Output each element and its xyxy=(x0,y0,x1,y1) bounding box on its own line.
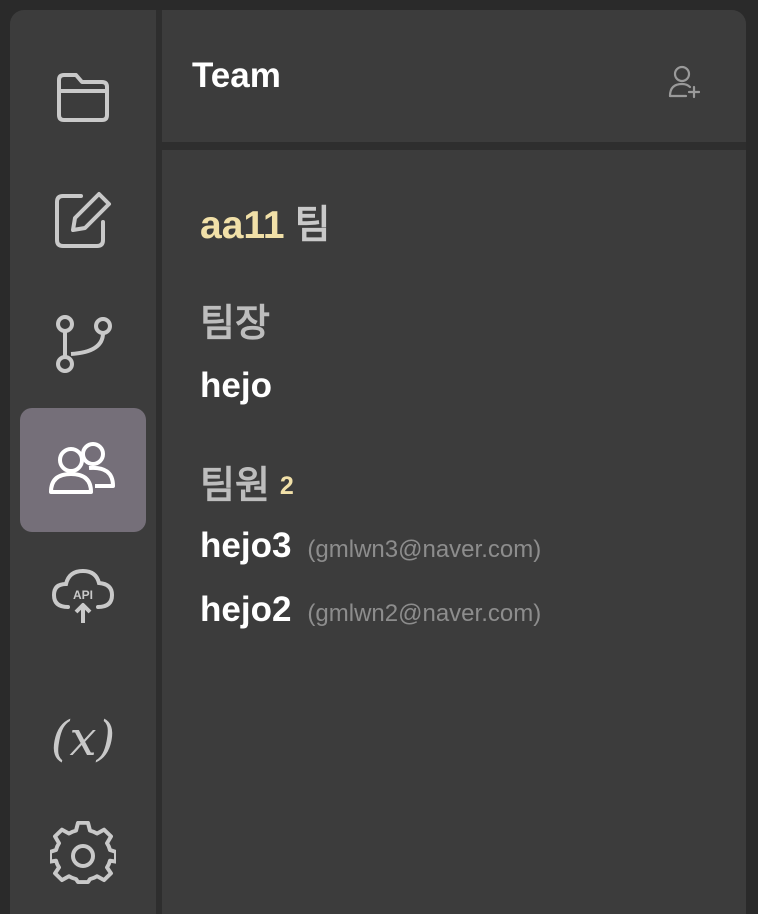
sidebar-item-team[interactable] xyxy=(20,408,146,532)
team-id: aa11 xyxy=(200,204,285,247)
cloud-api-icon: API xyxy=(51,568,115,623)
member-name: hejo3 xyxy=(200,526,292,565)
member-email: (gmlwn2@naver.com) xyxy=(307,600,542,627)
members-section-label: 팀원 2 xyxy=(200,454,294,509)
user-plus-icon xyxy=(668,65,700,99)
variable-label: (x) xyxy=(51,711,116,767)
team-suffix: 팀 xyxy=(294,204,331,247)
member-email: (gmlwn3@naver.com) xyxy=(307,536,542,563)
leader-section-label: 팀장 xyxy=(200,303,270,345)
page-title: Team xyxy=(192,56,281,95)
sidebar-item-variables[interactable]: (x) xyxy=(20,674,146,798)
sidebar: API (x) xyxy=(10,10,156,914)
sidebar-item-editor[interactable] xyxy=(20,158,146,282)
member-count-badge: 2 xyxy=(279,472,294,500)
list-item: hejo2 (gmlwn2@naver.com) xyxy=(200,590,541,630)
users-icon xyxy=(49,442,115,494)
panel-header: Team xyxy=(162,10,746,142)
members-label: 팀원 xyxy=(200,465,270,507)
team-details: aa11 팀 팀장 hejo 팀원 2 hejo3 (gmlwn3@naver.com… xyxy=(162,150,746,914)
list-item: hejo3 (gmlwn3@naver.com) xyxy=(200,526,541,566)
team-name: aa11 팀 xyxy=(200,194,331,250)
api-label: API xyxy=(73,588,93,602)
sidebar-item-files[interactable] xyxy=(20,36,146,160)
sidebar-item-flow[interactable] xyxy=(20,282,146,406)
add-member-button[interactable] xyxy=(662,60,706,104)
branch-icon xyxy=(56,315,112,373)
leader-row: hejo xyxy=(200,366,272,406)
folder-icon xyxy=(57,73,109,122)
edit-icon xyxy=(55,192,111,248)
gear-icon xyxy=(50,821,116,884)
variable-icon: (x) xyxy=(51,711,116,767)
member-name: hejo2 xyxy=(200,590,292,629)
app-window: API (x) Team aa11 팀 팀장 hejo 팀원 2 hejo3 (… xyxy=(10,10,746,914)
team-panel: Team aa11 팀 팀장 hejo 팀원 2 hejo3 (gmlwn3@n… xyxy=(162,10,746,914)
sidebar-item-settings[interactable] xyxy=(20,792,146,914)
leader-name: hejo xyxy=(200,366,272,405)
sidebar-item-api[interactable]: API xyxy=(20,534,146,658)
